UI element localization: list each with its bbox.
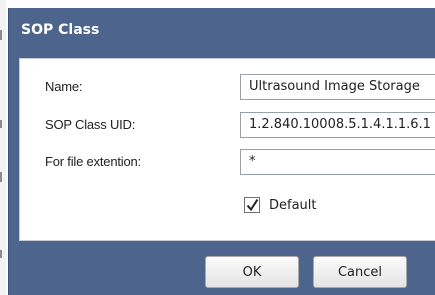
background-window-edge <box>0 0 6 295</box>
dialog-title: SOP Class <box>21 22 100 38</box>
name-input[interactable]: Ultrasound Image Storage <box>240 74 435 100</box>
file-extension-input[interactable]: * <box>240 149 435 175</box>
form-panel: Name: Ultrasound Image Storage SOP Class… <box>19 58 435 241</box>
file-extension-label: For file extention: <box>45 154 141 169</box>
ok-button[interactable]: OK <box>205 256 299 288</box>
sop-class-uid-input[interactable]: 1.2.840.10008.5.1.4.1.1.6.1 <box>240 112 435 138</box>
default-checkbox-row[interactable]: Default <box>244 197 317 213</box>
name-label: Name: <box>45 79 83 94</box>
default-checkbox-label: Default <box>269 197 317 213</box>
default-checkbox[interactable] <box>244 197 260 213</box>
checkmark-icon <box>246 198 259 212</box>
sop-class-uid-label: SOP Class UID: <box>45 117 136 132</box>
sop-class-dialog: SOP Class Name: Ultrasound Image Storage… <box>8 8 435 295</box>
cancel-button[interactable]: Cancel <box>313 256 407 288</box>
